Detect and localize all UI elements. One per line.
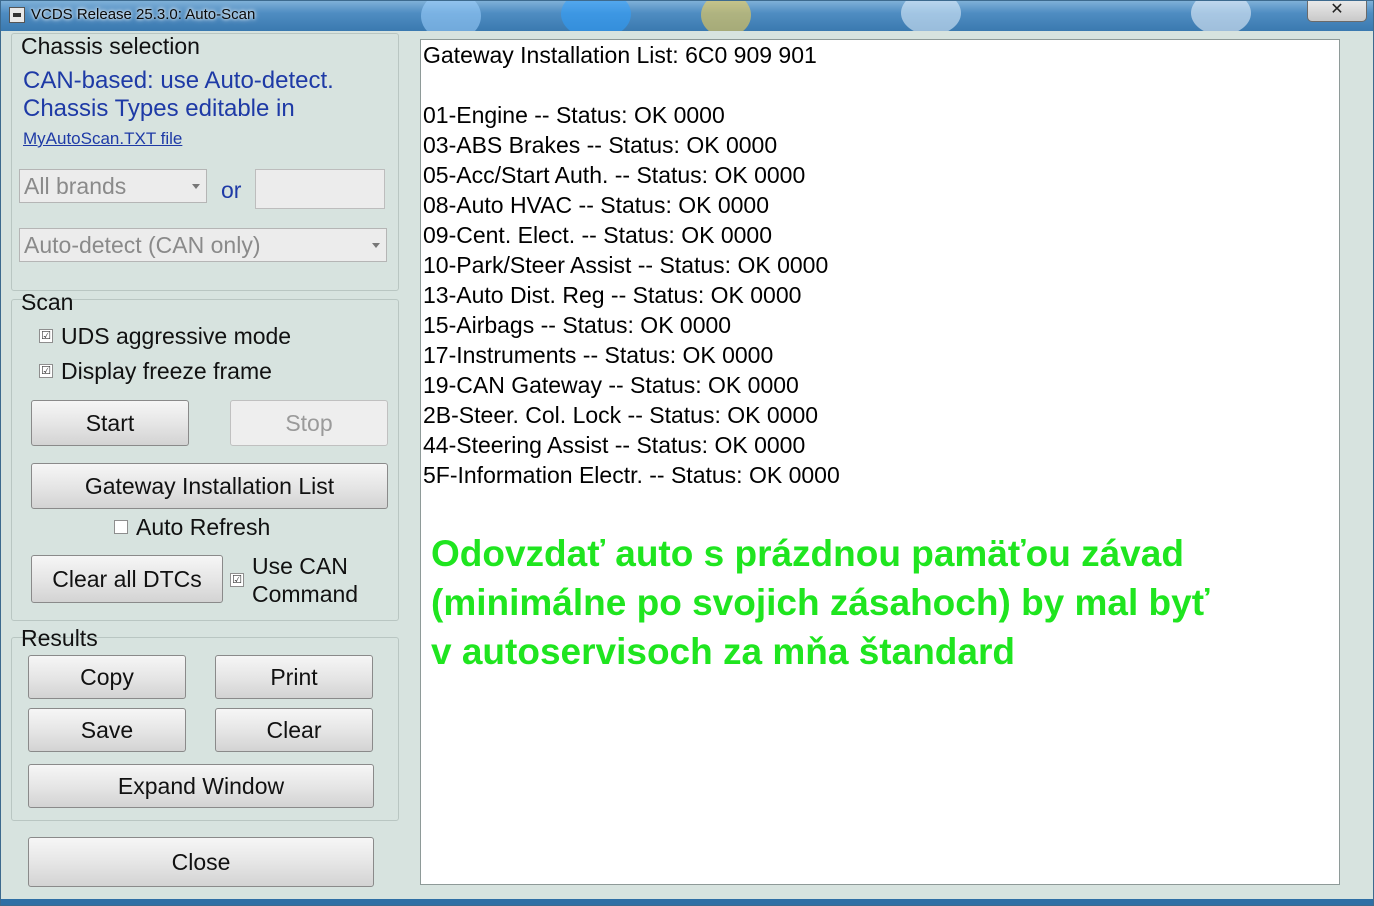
app-icon (9, 7, 25, 23)
result-line: 03-ABS Brakes -- Status: OK 0000 (423, 132, 778, 158)
result-line: 09-Cent. Elect. -- Status: OK 0000 (423, 222, 772, 248)
uds-aggressive-label: UDS aggressive mode (61, 323, 292, 349)
chassis-group-label: Chassis selection (21, 33, 200, 59)
results-group-label: Results (21, 625, 98, 651)
annotation-note-line: Odovzdať auto s prázdnou pamäťou závad (431, 533, 1184, 574)
results-header: Gateway Installation List: 6C0 909 901 (423, 42, 817, 68)
use-can-command-checkbox[interactable]: ☑ (230, 573, 244, 587)
save-button[interactable]: Save (28, 708, 186, 752)
result-line: 15-Airbags -- Status: OK 0000 (423, 312, 732, 338)
display-freeze-frame-checkbox[interactable]: ☑ (39, 364, 53, 378)
auto-refresh-checkbox[interactable] (114, 520, 128, 534)
taskbar-glow-shape (901, 1, 961, 31)
auto-refresh-label: Auto Refresh (136, 514, 271, 540)
use-can-command-label-line1: Use CAN (252, 553, 348, 579)
result-line: 17-Instruments -- Status: OK 0000 (423, 342, 774, 368)
myautoscan-file-link[interactable]: MyAutoScan.TXT file (23, 129, 182, 149)
close-button[interactable]: Close (28, 837, 374, 887)
title-bar[interactable]: VCDS Release 25.3.0: Auto-Scan ✕ (1, 1, 1373, 31)
chevron-down-icon (372, 243, 380, 248)
expand-window-button[interactable]: Expand Window (28, 764, 374, 808)
chassis-code-input[interactable] (255, 169, 385, 209)
taskbar-glow-shape (1191, 1, 1251, 31)
display-freeze-frame-label: Display freeze frame (61, 358, 272, 384)
use-can-command-label-line2: Command (252, 581, 359, 607)
client-area: Chassis selection CAN-based: use Auto-de… (7, 31, 1367, 897)
result-line: 05-Acc/Start Auth. -- Status: OK 0000 (423, 162, 806, 188)
result-line: 5F-Information Electr. -- Status: OK 000… (423, 462, 840, 488)
stop-button[interactable]: Stop (230, 400, 388, 446)
result-line: 10-Park/Steer Assist -- Status: OK 0000 (423, 252, 829, 278)
taskbar-glow-shape (701, 1, 751, 31)
start-button[interactable]: Start (31, 400, 189, 446)
chassis-info-line1: CAN-based: use Auto-detect. (23, 67, 334, 94)
chassis-type-select[interactable]: Auto-detect (CAN only) (19, 228, 387, 262)
window-bottom-border (1, 899, 1373, 905)
annotation-note-line: v autoservisoch za mňa štandard (431, 631, 1015, 672)
chassis-info-line2: Chassis Types editable in (23, 95, 295, 122)
gateway-installation-list-button[interactable]: Gateway Installation List (31, 463, 388, 509)
result-line: 08-Auto HVAC -- Status: OK 0000 (423, 192, 770, 218)
chevron-down-icon (192, 184, 200, 189)
brand-select-value: All brands (24, 173, 127, 199)
annotation-note-line: (minimálne po svojich zásahoch) by mal b… (431, 582, 1210, 623)
result-line: 01-Engine -- Status: OK 0000 (423, 102, 725, 128)
scan-group-label: Scan (21, 289, 74, 315)
vcds-autoscan-window: VCDS Release 25.3.0: Auto-Scan ✕ Chassis… (0, 0, 1374, 906)
print-button[interactable]: Print (215, 655, 373, 699)
taskbar-glow-shape (561, 1, 631, 31)
result-line: 2B-Steer. Col. Lock -- Status: OK 0000 (423, 402, 819, 428)
result-line: 44-Steering Assist -- Status: OK 0000 (423, 432, 806, 458)
or-label: or (221, 177, 242, 203)
taskbar-glow-shape (421, 1, 481, 31)
window-title: VCDS Release 25.3.0: Auto-Scan (31, 6, 256, 23)
clear-button[interactable]: Clear (215, 708, 373, 752)
result-line: 13-Auto Dist. Reg -- Status: OK 0000 (423, 282, 802, 308)
uds-aggressive-checkbox[interactable]: ☑ (39, 329, 53, 343)
copy-button[interactable]: Copy (28, 655, 186, 699)
clear-all-dtcs-button[interactable]: Clear all DTCs (31, 555, 223, 603)
window-close-button[interactable]: ✕ (1307, 1, 1367, 22)
brand-select[interactable]: All brands (19, 169, 207, 203)
chassis-type-select-value: Auto-detect (CAN only) (24, 232, 261, 258)
results-text-area[interactable]: Gateway Installation List: 6C0 909 901 0… (420, 39, 1340, 885)
result-line: 19-CAN Gateway -- Status: OK 0000 (423, 372, 799, 398)
